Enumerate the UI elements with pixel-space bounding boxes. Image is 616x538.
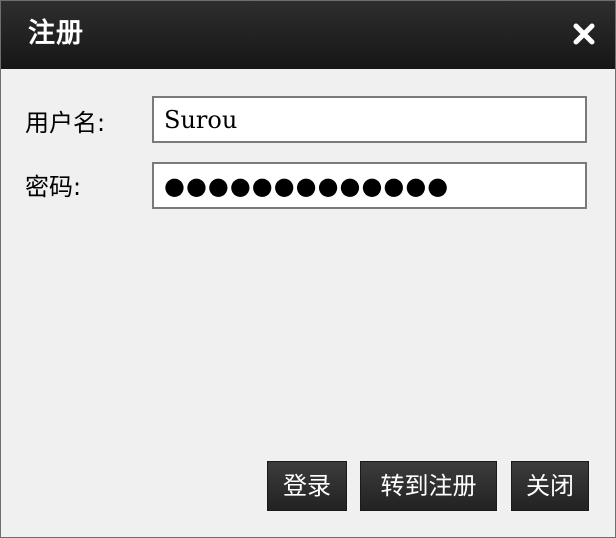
close-icon xyxy=(573,23,595,45)
username-label: 用户名: xyxy=(25,109,106,137)
password-label: 密码: xyxy=(25,173,82,201)
close-button[interactable] xyxy=(571,21,597,47)
close-dialog-button[interactable]: 关闭 xyxy=(511,461,589,511)
register-dialog: 注册 用户名: 密码: 登录 转到注册 关闭 xyxy=(0,0,616,538)
title-bar: 注册 xyxy=(1,1,615,69)
login-button[interactable]: 登录 xyxy=(267,461,347,511)
go-to-register-button[interactable]: 转到注册 xyxy=(360,461,497,511)
dialog-title: 注册 xyxy=(28,18,84,49)
password-input[interactable] xyxy=(152,162,587,209)
username-input[interactable] xyxy=(152,96,587,143)
